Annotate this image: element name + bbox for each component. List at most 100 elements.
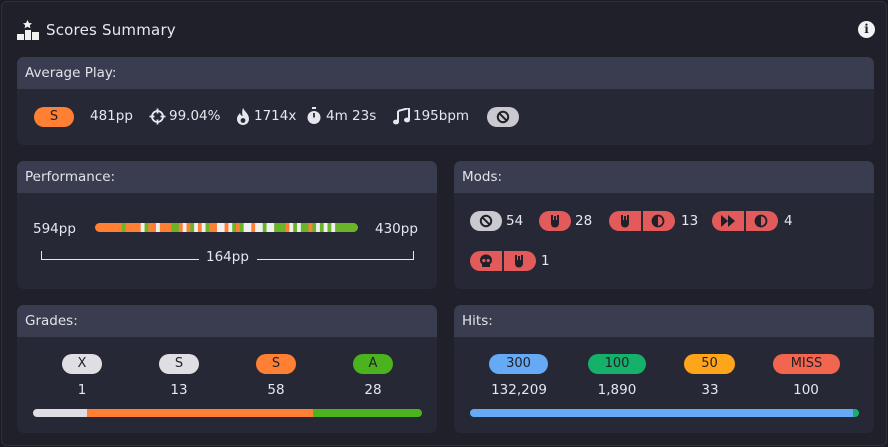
performance-stripe <box>95 223 100 232</box>
performance-card: Performance: 594pp 430pp 164pp <box>17 161 437 289</box>
performance-stripe <box>285 223 290 232</box>
performance-stripe <box>293 223 298 232</box>
performance-stripe <box>277 223 283 232</box>
mod-count: 1 <box>541 253 550 269</box>
performance-range: 164pp <box>206 249 249 265</box>
average-combo: 1714x <box>254 108 297 124</box>
performance-stripe <box>342 223 348 232</box>
performance-stripe <box>190 223 195 232</box>
info-icon[interactable]: i <box>858 21 875 38</box>
range-bracket-right <box>413 251 414 260</box>
performance-stripe <box>136 223 142 232</box>
performance-stripe <box>255 223 260 232</box>
bar-segment <box>33 409 88 417</box>
performance-stripe <box>117 223 123 232</box>
hidden-icon <box>754 214 768 228</box>
performance-stripe <box>308 223 313 232</box>
performance-stripe <box>125 223 130 232</box>
scores-summary-panel: Scores Summary i Average Play: S 481pp 9… <box>1 1 887 446</box>
grade-count-a: 28 <box>364 382 382 398</box>
performance-stripe <box>354 223 358 232</box>
performance-stripe <box>178 223 184 232</box>
performance-stripe <box>262 223 268 232</box>
performance-stripe <box>110 223 115 232</box>
mods-label: Mods: <box>462 169 503 185</box>
grade-count-x: 1 <box>77 382 87 398</box>
music-note-icon <box>393 108 410 125</box>
hits-card: Hits: 300 132,209 100 1,890 50 33 MISS 1… <box>454 305 874 433</box>
performance-label: Performance: <box>25 169 116 185</box>
performance-stripe <box>319 223 325 232</box>
performance-stripe <box>247 223 252 232</box>
bar-segment <box>470 409 854 417</box>
mod-combo-nomod[interactable] <box>470 211 502 231</box>
performance-stripe <box>144 223 149 232</box>
bar-segment <box>87 409 314 417</box>
performance-stripe <box>251 223 256 232</box>
average-play-card: Average Play: S 481pp 99.04% 1714x 4m 23… <box>17 57 874 145</box>
mod-combo-sdhr[interactable] <box>470 251 536 271</box>
double-time-icon <box>721 215 735 227</box>
bar-segment <box>313 409 422 417</box>
average-play-label: Average Play: <box>25 65 117 81</box>
grades-card: Grades: X 1 S 13 S 58 A 28 <box>17 305 437 433</box>
mod-combo-hrhd[interactable] <box>609 211 675 231</box>
hard-rock-icon <box>515 255 523 268</box>
performance-stripe <box>323 223 329 232</box>
mod-count: 4 <box>784 213 793 229</box>
performance-stripe <box>346 223 351 232</box>
grade-badge: S <box>34 107 74 127</box>
grade-count-s: 58 <box>267 382 285 398</box>
no-mod-icon <box>496 110 510 124</box>
performance-stripe <box>297 223 302 232</box>
average-accuracy: 99.04% <box>169 108 221 124</box>
performance-stripe <box>312 223 317 232</box>
performance-stripe <box>182 223 188 232</box>
performance-stripe <box>152 223 157 232</box>
performance-stripe <box>281 223 287 232</box>
performance-stripe <box>266 223 271 232</box>
no-mod-badge <box>487 107 519 127</box>
hits-distribution-bar <box>470 409 859 417</box>
performance-stripe <box>220 223 226 232</box>
grade-count-s-silver: 13 <box>170 382 188 398</box>
performance-stripe <box>209 223 214 232</box>
performance-stripe <box>201 223 207 232</box>
panel-title: Scores Summary <box>46 21 176 39</box>
mod-count: 13 <box>681 213 699 229</box>
sudden-death-icon <box>480 254 492 267</box>
performance-stripe <box>232 223 237 232</box>
mods-card: Mods: 54 28 13 4 1 <box>454 161 874 289</box>
performance-min: 430pp <box>375 221 418 237</box>
performance-stripe <box>155 223 161 232</box>
hit-count-50: 33 <box>701 382 719 398</box>
panel-header: Scores Summary i <box>2 2 888 58</box>
performance-stripe <box>243 223 249 232</box>
average-bpm: 195bpm <box>413 108 470 124</box>
range-line-right <box>257 259 414 260</box>
performance-stripe <box>163 223 169 232</box>
performance-stripe <box>121 223 127 232</box>
performance-stripe <box>213 223 218 232</box>
performance-stripe <box>224 223 229 232</box>
crosshair-icon <box>149 108 166 125</box>
performance-stripe <box>216 223 222 232</box>
performance-stripe <box>194 223 199 232</box>
grade-badge-s-silver: S <box>159 354 199 374</box>
performance-stripe <box>106 223 111 232</box>
hit-count-300: 132,209 <box>491 382 547 398</box>
mod-combo-hr[interactable] <box>539 211 571 231</box>
performance-stripe <box>239 223 245 232</box>
performance-stripe <box>148 223 153 232</box>
average-length: 4m 23s <box>326 108 377 124</box>
performance-stripe <box>289 223 294 232</box>
mod-combo-dthd[interactable] <box>712 211 778 231</box>
hit-badge-miss: MISS <box>773 354 840 374</box>
performance-stripe <box>205 223 210 232</box>
performance-stripe <box>102 223 108 232</box>
performance-stripe <box>129 223 134 232</box>
hit-count-miss: 100 <box>793 382 819 398</box>
grades-distribution-bar <box>33 409 422 417</box>
performance-stripe <box>159 223 165 232</box>
performance-stripe <box>335 223 340 232</box>
